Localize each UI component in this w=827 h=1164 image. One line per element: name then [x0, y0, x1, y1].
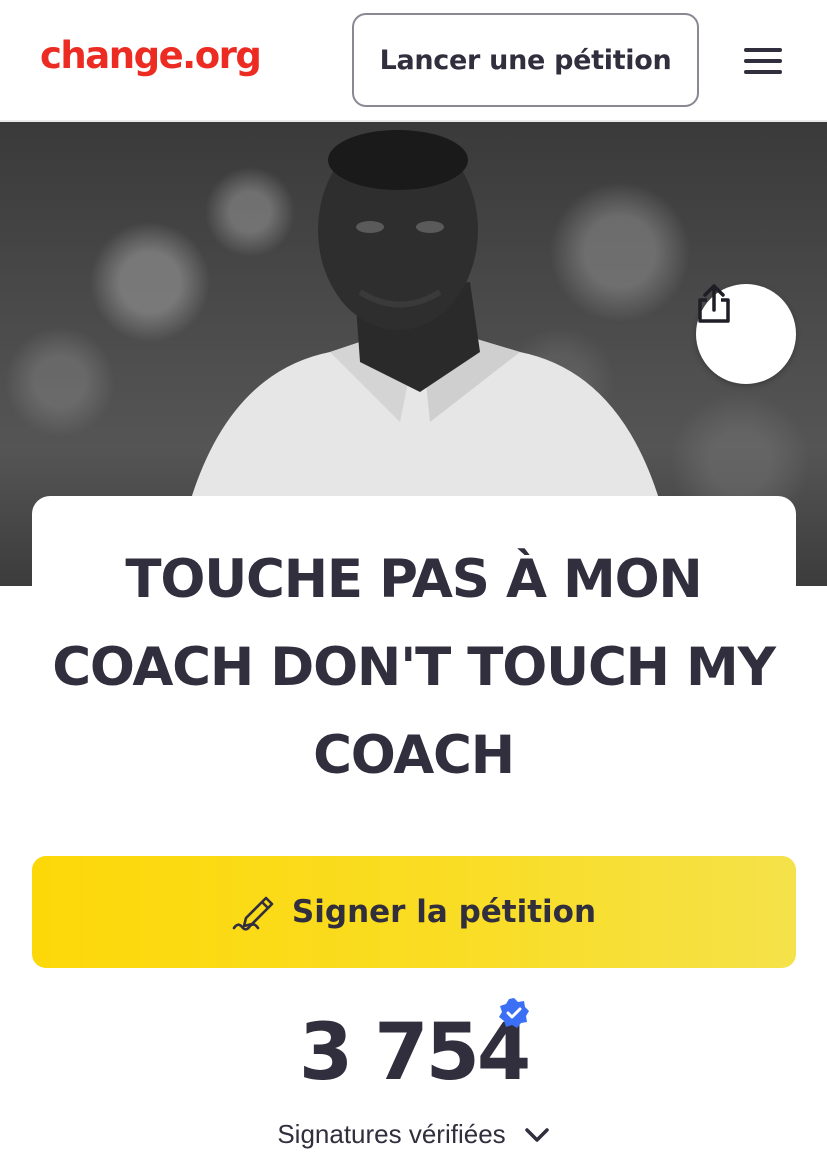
signature-count: 3 754 — [298, 1008, 531, 1098]
petition-title: TOUCHE PAS À MON COACH DON'T TOUCH MY CO… — [52, 549, 776, 786]
share-icon — [698, 284, 730, 323]
sign-petition-label: Signer la pétition — [291, 894, 597, 930]
start-petition-button[interactable]: Lancer une pétition — [352, 13, 699, 107]
chevron-down-icon — [524, 1127, 549, 1142]
verified-badge-icon — [499, 998, 529, 1028]
change-org-logo[interactable]: change.org — [40, 34, 262, 77]
site-header: change.org Lancer une pétition — [0, 0, 827, 122]
share-button[interactable] — [696, 284, 796, 384]
signature-count-area: 3 754 — [0, 1008, 827, 1098]
signatures-label: Signatures vérifiées — [277, 1119, 506, 1149]
pen-signature-icon — [232, 896, 274, 931]
verified-signatures-toggle[interactable]: Signatures vérifiées — [0, 1119, 827, 1150]
sign-petition-button[interactable]: Signer la pétition — [32, 856, 796, 968]
hamburger-menu-icon[interactable] — [740, 44, 786, 78]
